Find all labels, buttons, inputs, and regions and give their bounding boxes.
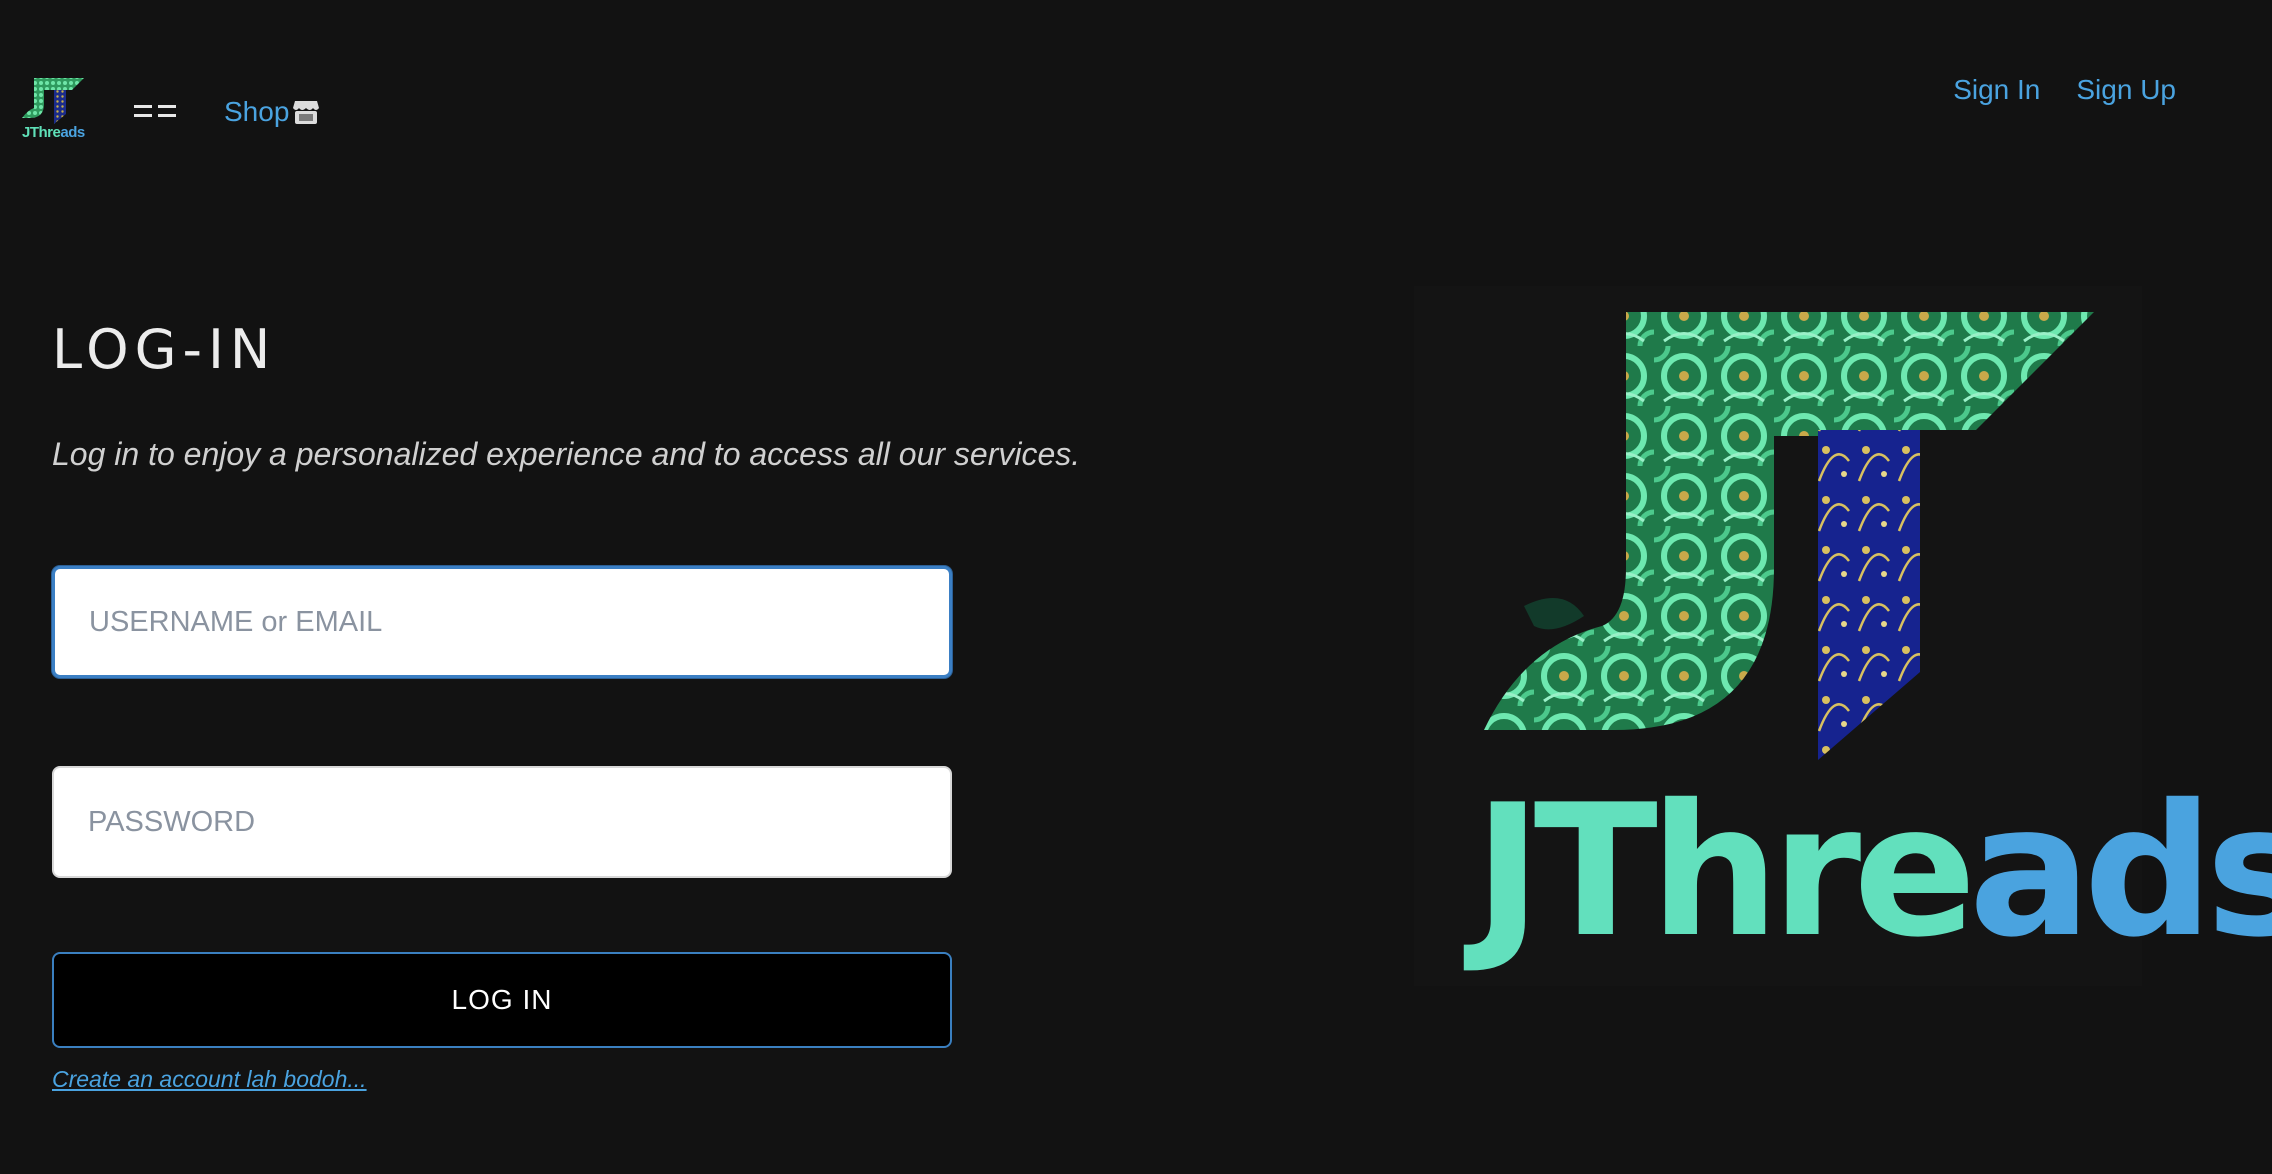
log-in-button[interactable]: LOG IN [52,952,952,1048]
sign-in-link[interactable]: Sign In [1953,74,2040,106]
shop-link[interactable]: Shop [224,96,321,128]
username-email-input[interactable] [52,566,952,678]
page-title: LOG-IN [52,318,277,381]
hero-wordmark: JThreads [1474,765,2272,977]
store-icon [293,101,320,124]
create-account-link[interactable]: Create an account lah bodoh... [52,1066,367,1093]
menu-icon [134,105,178,108]
shop-label: Shop [224,96,290,127]
jthreads-emblem-icon [1484,312,2094,760]
login-subtitle: Log in to enjoy a personalized experienc… [52,436,1081,472]
login-page: JThreads Shop Sign In Sign Up LOG-IN Log… [0,0,2272,1174]
jthreads-hero-logo: JThreads [1414,286,2272,986]
brand-wordmark: JThreads [22,124,85,141]
jthreads-logo-icon [22,78,84,124]
brand-logo-link[interactable]: JThreads [20,74,86,142]
menu-icon-row [134,114,178,117]
sign-up-link[interactable]: Sign Up [2076,74,2176,106]
password-input[interactable] [52,766,952,878]
top-navbar: JThreads Shop Sign In Sign Up [0,0,2272,170]
auth-nav: Sign In Sign Up [1953,74,2176,106]
menu-toggle-button[interactable] [134,96,178,126]
